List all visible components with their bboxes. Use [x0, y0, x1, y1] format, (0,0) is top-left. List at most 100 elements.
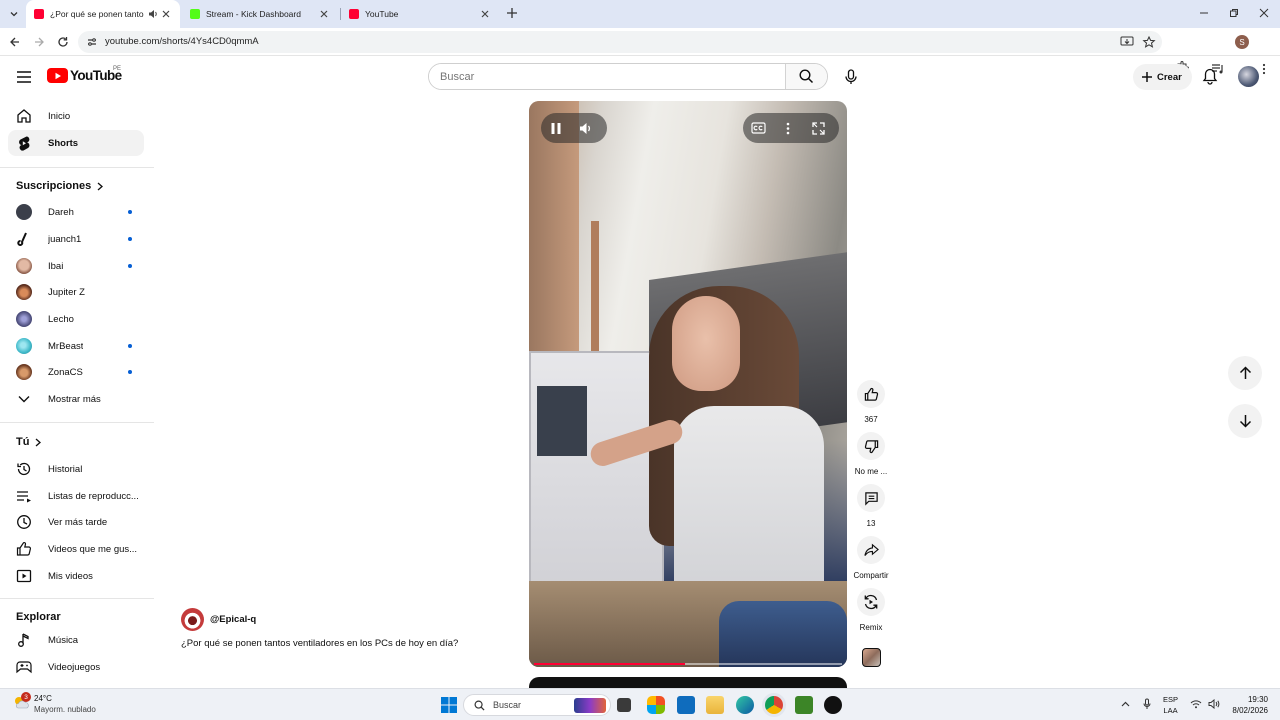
- address-bar[interactable]: youtube.com/shorts/4Ys4CD0qmmA: [78, 31, 1162, 53]
- sidebar-item-shorts[interactable]: Shorts: [8, 130, 144, 156]
- search-button[interactable]: [785, 64, 827, 89]
- close-window-button[interactable]: [1256, 6, 1272, 20]
- site-info-icon[interactable]: [86, 36, 98, 48]
- sidebar-item-label: Shorts: [48, 137, 79, 149]
- player-more-button[interactable]: [773, 113, 803, 143]
- sidebar-item-gaming[interactable]: Videojuegos: [8, 654, 144, 680]
- sidebar-item-ibai[interactable]: Ibai: [8, 253, 144, 279]
- previous-short-button[interactable]: [1228, 356, 1262, 390]
- share-button[interactable]: [857, 536, 885, 564]
- sidebar-item-mrbeast[interactable]: MrBeast: [8, 333, 144, 359]
- url-text[interactable]: youtube.com/shorts/4Ys4CD0qmmA: [105, 36, 259, 47]
- taskbar-search[interactable]: Buscar: [463, 694, 611, 716]
- close-tab-icon[interactable]: [318, 8, 330, 20]
- sidebar-item-lecho[interactable]: Lecho: [8, 306, 144, 332]
- remix-button[interactable]: [857, 588, 885, 616]
- account-avatar[interactable]: [1238, 66, 1259, 87]
- system-clock[interactable]: 19:30 8/02/2026: [1228, 694, 1268, 716]
- sidebar-item-label: Ibai: [48, 260, 64, 272]
- restore-button[interactable]: [1226, 6, 1242, 20]
- like-button[interactable]: [857, 380, 885, 408]
- explore-heading: Explorar: [16, 611, 61, 623]
- clock-time: 19:30: [1247, 695, 1268, 704]
- reload-button[interactable]: [55, 34, 71, 50]
- browser-tab-youtube[interactable]: YouTube: [341, 0, 499, 28]
- youtube-logo[interactable]: YouTube PE: [47, 66, 122, 83]
- dislike-button[interactable]: [857, 432, 885, 460]
- browser-tab-kick[interactable]: Stream - Kick Dashboard: [182, 0, 338, 28]
- weather-widget[interactable]: 3 24°C Mayorm. nublado: [12, 692, 96, 715]
- show-more-button[interactable]: Mostrar más: [8, 386, 144, 412]
- plus-icon: [1142, 72, 1152, 82]
- search-input[interactable]: [429, 64, 787, 89]
- wifi-icon[interactable]: [1190, 699, 1202, 709]
- channel-handle[interactable]: @Epical-q: [210, 614, 256, 625]
- channel-avatar[interactable]: [181, 608, 204, 631]
- chrome-browser-icon[interactable]: [765, 696, 783, 714]
- install-app-icon[interactable]: [1120, 36, 1134, 48]
- close-tab-icon[interactable]: [479, 8, 491, 20]
- fullscreen-button[interactable]: [803, 113, 833, 143]
- create-label: Crear: [1157, 71, 1182, 83]
- next-short-button[interactable]: [1228, 404, 1262, 438]
- copilot-icon[interactable]: [647, 696, 665, 714]
- sidebar-item-zonacs[interactable]: ZonaCS: [8, 359, 144, 385]
- sidebar-item-jupiter-z[interactable]: Jupiter Z: [8, 279, 144, 305]
- new-content-dot: [128, 264, 132, 268]
- hamburger-menu-icon[interactable]: [16, 70, 32, 84]
- sidebar-item-my-videos[interactable]: Mis videos: [8, 563, 144, 589]
- create-button[interactable]: Crear: [1133, 64, 1192, 90]
- browser-profile-avatar[interactable]: S: [1235, 35, 1249, 49]
- comments-button[interactable]: [857, 484, 885, 512]
- you-heading[interactable]: Tú: [16, 436, 42, 448]
- volume-button[interactable]: [571, 113, 601, 143]
- input-language[interactable]: ESP LAA: [1163, 694, 1178, 716]
- chevron-up-icon[interactable]: [1121, 700, 1130, 709]
- sidebar-item-juanch1[interactable]: juanch1: [8, 226, 144, 252]
- shorts-video-player[interactable]: [529, 101, 847, 667]
- like-action: 367: [851, 380, 891, 424]
- weather-temperature: 24°C: [34, 694, 52, 703]
- tab-title: YouTube: [365, 9, 399, 19]
- microsoft-store-icon[interactable]: [677, 696, 695, 714]
- short-channel[interactable]: @Epical-q: [181, 608, 256, 631]
- sidebar-item-inicio[interactable]: Inicio: [8, 103, 144, 129]
- captions-button[interactable]: [743, 113, 773, 143]
- voice-search-button[interactable]: [838, 64, 864, 90]
- forward-button[interactable]: [31, 34, 47, 50]
- windows-taskbar: 3 24°C Mayorm. nublado Buscar ESP LAA 19…: [0, 688, 1280, 720]
- volume-icon[interactable]: [1208, 699, 1220, 709]
- sidebar-item-historial[interactable]: Historial: [8, 456, 144, 482]
- share-label: Compartir: [853, 571, 889, 580]
- minimize-button[interactable]: [1196, 6, 1212, 20]
- sidebar-item-liked-videos[interactable]: Videos que me gus...: [8, 536, 144, 562]
- notifications-bell-icon[interactable]: [1202, 68, 1218, 85]
- windows-start-button[interactable]: [440, 696, 458, 714]
- sidebar-item-dareh[interactable]: Dareh: [8, 199, 144, 225]
- microphone-icon[interactable]: [1143, 698, 1151, 710]
- volume-icon: [580, 122, 591, 134]
- streaming-app-icon[interactable]: [824, 696, 842, 714]
- edge-browser-icon[interactable]: [736, 696, 754, 714]
- audio-track-thumbnail[interactable]: [862, 648, 881, 667]
- bookmark-star-icon[interactable]: [1142, 36, 1156, 48]
- back-button[interactable]: [7, 34, 23, 50]
- video-progress-bar[interactable]: [534, 663, 842, 665]
- search-icon: [474, 700, 485, 711]
- player-left-controls: [541, 113, 607, 143]
- my-videos-icon: [16, 569, 32, 583]
- sidebar-item-music[interactable]: Música: [8, 627, 144, 653]
- browser-tab-active[interactable]: ¿Por qué se ponen tantos ventiladores en…: [26, 0, 180, 28]
- subscriptions-heading[interactable]: Suscripciones: [16, 180, 104, 192]
- pause-button[interactable]: [541, 113, 571, 143]
- speaker-icon[interactable]: [148, 9, 159, 19]
- sidebar-item-watch-later[interactable]: Ver más tarde: [8, 509, 144, 535]
- sidebar-item-playlists[interactable]: Listas de reproducc...: [8, 483, 144, 509]
- close-tab-icon[interactable]: [160, 8, 172, 20]
- file-explorer-icon[interactable]: [706, 696, 724, 714]
- minecraft-icon[interactable]: [795, 696, 813, 714]
- new-tab-icon[interactable]: [505, 6, 519, 20]
- dislike-label: No me ...: [854, 467, 888, 476]
- tab-search-button[interactable]: [4, 5, 24, 23]
- task-view-icon[interactable]: [617, 698, 631, 712]
